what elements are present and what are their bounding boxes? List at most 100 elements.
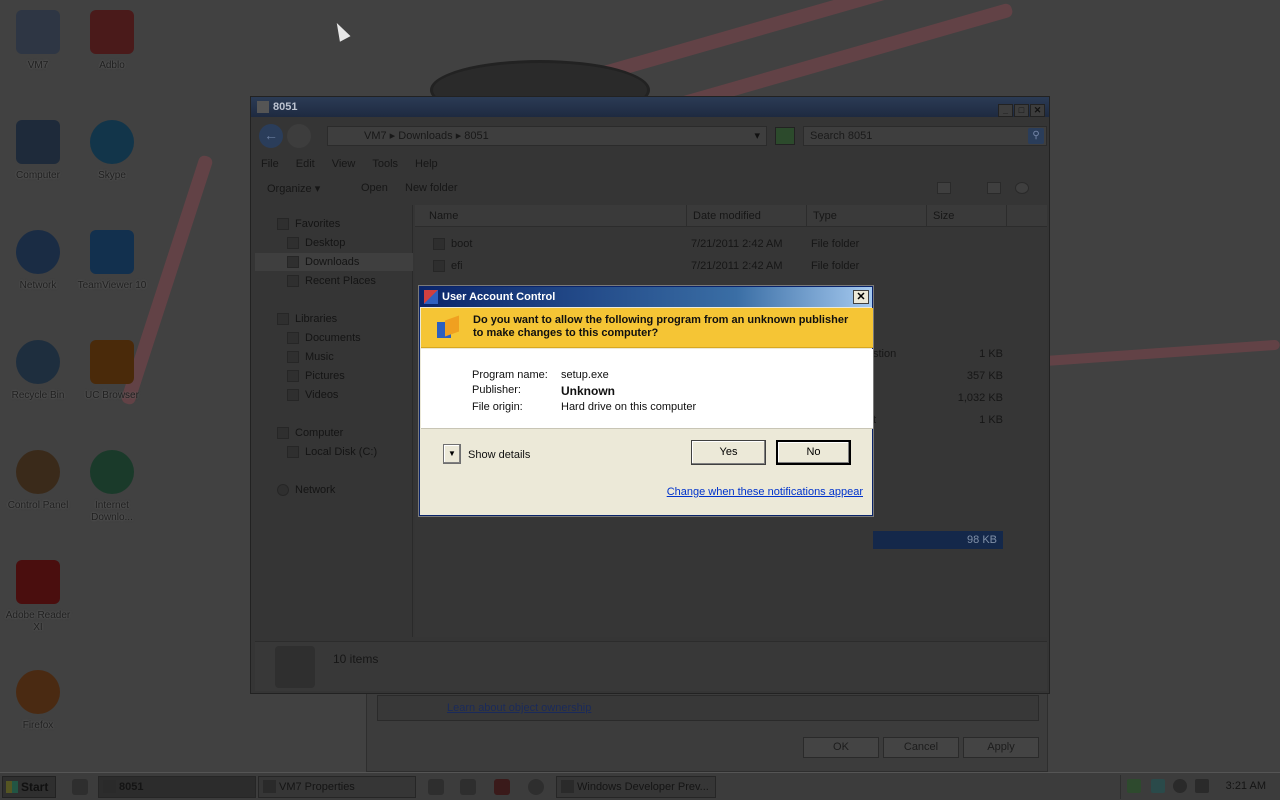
new-folder-button[interactable]: New folder (405, 182, 458, 194)
preview-pane-icon[interactable] (987, 182, 1001, 194)
documents-icon (287, 332, 299, 344)
pictures-icon (287, 370, 299, 382)
taskbar-item-8051[interactable]: 8051 (98, 776, 256, 798)
file-type: File folder (811, 260, 860, 272)
nav-recent-places[interactable]: Recent Places (255, 272, 413, 290)
computer-icon (16, 120, 60, 164)
show-details-toggle[interactable]: ▼ (443, 444, 461, 464)
star-icon (277, 218, 289, 230)
column-size[interactable]: Size (927, 205, 1007, 227)
nav-videos[interactable]: Videos (255, 386, 413, 404)
desktop-icon-vm7[interactable]: VM7 (0, 10, 76, 72)
desktop-icon-uc-browser[interactable]: UC Browser (74, 340, 150, 402)
selected-row[interactable]: 98 KB (873, 531, 1003, 549)
desktop-icon-label: Firefox (22, 720, 54, 731)
wallpaper-stroke (1039, 339, 1280, 367)
no-button[interactable]: No (776, 440, 851, 465)
properties-cancel-button[interactable]: Cancel (883, 737, 959, 758)
search-icon[interactable]: ⚲ (1028, 128, 1044, 144)
object-ownership-link[interactable]: Learn about object ownership (447, 702, 591, 714)
taskbar-item-windows-developer-preview[interactable]: Windows Developer Prev... (556, 776, 716, 798)
close-button[interactable]: ✕ (853, 290, 869, 304)
properties-apply-button[interactable]: Apply (963, 737, 1039, 758)
desktop-icon-recycle-bin[interactable]: Recycle Bin (0, 340, 76, 402)
column-date-modified[interactable]: Date modified (687, 205, 807, 227)
address-bar[interactable]: VM7 ▸ Downloads ▸ 8051 ▾ (327, 126, 767, 146)
organize-button[interactable]: Organize ▾ (267, 182, 320, 195)
show-details-label[interactable]: Show details (468, 449, 530, 461)
desktop-icon-computer[interactable]: Computer (0, 120, 76, 182)
desktop-icon-adobe-reader[interactable]: Adobe Reader XI (0, 560, 76, 634)
desktop-icon-teamviewer[interactable]: TeamViewer 10 (74, 230, 150, 292)
toolbar: Organize ▾ Open New folder (251, 177, 1049, 201)
taskbar-item-vm7-properties[interactable]: VM7 Properties (258, 776, 416, 798)
menu-view[interactable]: View (332, 155, 356, 173)
desktop-icon-label: Adblo (99, 60, 125, 71)
nav-music[interactable]: Music (255, 348, 413, 366)
app-icon[interactable] (428, 779, 444, 795)
firefox-icon[interactable] (528, 779, 544, 795)
menu-edit[interactable]: Edit (296, 155, 315, 173)
column-type[interactable]: Type (807, 205, 927, 227)
refresh-button[interactable] (775, 127, 795, 145)
address-path: VM7 ▸ Downloads ▸ 8051 (364, 130, 489, 142)
desktop-icon-skype[interactable]: Skype (74, 120, 150, 182)
file-type: File folder (811, 238, 860, 250)
nav-local-disk[interactable]: Local Disk (C:) (255, 443, 413, 461)
nav-computer[interactable]: Computer (255, 424, 413, 442)
menu-tools[interactable]: Tools (372, 155, 398, 173)
column-name[interactable]: Name (423, 205, 687, 227)
recycle-bin-icon (16, 340, 60, 384)
uc-browser-icon[interactable] (460, 779, 476, 795)
nav-downloads[interactable]: Downloads (255, 253, 413, 271)
help-icon[interactable] (1015, 182, 1029, 194)
table-row[interactable]: efi 7/21/2011 2:42 AM File folder (415, 255, 1047, 277)
yes-button[interactable]: Yes (691, 440, 766, 465)
uac-warning-banner: Do you want to allow the following progr… (421, 308, 873, 348)
start-button[interactable]: Start (2, 776, 56, 798)
close-button[interactable]: ✕ (1030, 104, 1045, 117)
desktop-icon-label: Recycle Bin (11, 390, 65, 401)
clock[interactable]: 3:21 AM (1226, 780, 1266, 792)
back-button[interactable]: ← (259, 124, 283, 148)
uc-browser-icon (90, 340, 134, 384)
tray-icon-2[interactable] (1151, 779, 1165, 793)
chevron-down-icon[interactable]: ▾ (754, 127, 760, 145)
open-button[interactable]: Open (361, 182, 388, 194)
network-icon (277, 484, 289, 496)
minimize-button[interactable]: _ (998, 104, 1013, 117)
desktop-icon-adblo[interactable]: Adblo (74, 10, 150, 72)
start-label: Start (21, 780, 49, 794)
menu-file[interactable]: File (261, 155, 279, 173)
tray-icon-3[interactable] (1173, 779, 1187, 793)
properties-ok-button[interactable]: OK (803, 737, 879, 758)
folder-icon (16, 10, 60, 54)
maximize-button[interactable]: □ (1014, 104, 1029, 117)
navigation-pane: Favorites Desktop Downloads Recent Place… (255, 205, 413, 637)
volume-icon[interactable] (1195, 779, 1209, 793)
desktop-icon-control-panel[interactable]: Control Panel (0, 450, 76, 512)
change-notifications-link[interactable]: Change when these notifications appear (667, 486, 863, 498)
nav-favorites[interactable]: Favorites (255, 215, 413, 233)
nav-libraries[interactable]: Libraries (255, 310, 413, 328)
adblock-icon[interactable] (494, 779, 510, 795)
desktop-icon-network[interactable]: Network (0, 230, 76, 292)
desktop-icon-label: Adobe Reader XI (5, 610, 71, 633)
nav-desktop[interactable]: Desktop (255, 234, 413, 252)
nav-network[interactable]: Network (255, 481, 413, 499)
folder-icon (433, 238, 445, 250)
quicklaunch-icon[interactable] (72, 779, 88, 795)
uac-titlebar[interactable]: User Account Control ✕ (420, 287, 872, 307)
nav-documents[interactable]: Documents (255, 329, 413, 347)
desktop-icon-internet-download[interactable]: Internet Downlo... (74, 450, 150, 524)
nav-pictures[interactable]: Pictures (255, 367, 413, 385)
tray-icon-1[interactable] (1127, 779, 1141, 793)
table-row[interactable]: boot 7/21/2011 2:42 AM File folder (415, 233, 1047, 255)
search-input[interactable]: Search 8051 ⚲ (803, 126, 1047, 146)
views-icon[interactable] (937, 182, 951, 194)
menu-help[interactable]: Help (415, 155, 438, 173)
explorer-titlebar[interactable]: 8051 _ □ ✕ (251, 97, 1049, 117)
desktop-icon-firefox[interactable]: Firefox (0, 670, 76, 732)
forward-button[interactable] (287, 124, 311, 148)
explorer-title: 8051 (273, 101, 298, 113)
